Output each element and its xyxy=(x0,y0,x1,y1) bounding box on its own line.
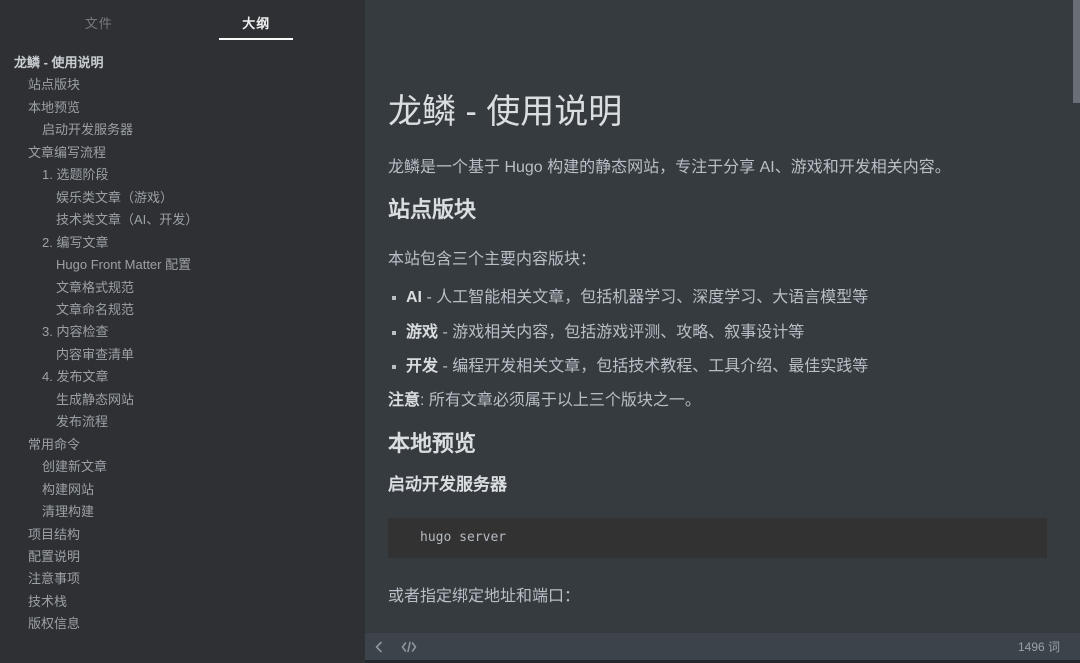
tab-outline-label: 大纲 xyxy=(242,15,271,31)
heading-local-preview[interactable]: 本地预览 xyxy=(388,429,1047,459)
outline-item-label: Hugo Front Matter 配置 xyxy=(56,257,192,273)
outline-item[interactable]: 注意事项 xyxy=(0,568,365,590)
outline-item[interactable]: 技术类文章（AI、开发） xyxy=(0,209,365,231)
status-bar-left xyxy=(373,641,417,653)
outline-item[interactable]: 清理构建 xyxy=(0,501,365,523)
outline-item-label: 项目结构 xyxy=(28,526,81,542)
word-count[interactable]: 1496 词 xyxy=(1018,638,1060,655)
outline-item-label: 4. 发布文章 xyxy=(42,369,109,385)
list-item[interactable]: AI - 人工智能相关文章，包括机器学习、深度学习、大语言模型等 xyxy=(392,287,1047,309)
outline-item[interactable]: 本地预览 xyxy=(0,97,365,119)
outline-item[interactable]: 文章命名规范 xyxy=(0,299,365,321)
outline-item-label: 技术栈 xyxy=(28,593,68,609)
outline-item-label: 创建新文章 xyxy=(42,459,108,475)
list-item-term: 游戏 xyxy=(406,323,439,341)
tab-files-label: 文件 xyxy=(84,15,113,31)
code-block[interactable]: hugo server xyxy=(388,518,1047,559)
note-rest: : 所有文章必须属于以上三个版块之一。 xyxy=(420,392,701,410)
outline-item[interactable]: 3. 内容检查 xyxy=(0,321,365,343)
outline-item-label: 启动开发服务器 xyxy=(42,122,134,138)
note-paragraph[interactable]: 注意: 所有文章必须属于以上三个版块之一。 xyxy=(388,390,1047,412)
source-code-mode-icon[interactable] xyxy=(401,641,417,653)
outline-item[interactable]: 启动开发服务器 xyxy=(0,119,365,141)
outline-item-label: 站点版块 xyxy=(28,77,81,93)
status-bar: 1496 词 xyxy=(365,633,1080,660)
outline-item-label: 文章命名规范 xyxy=(56,301,135,317)
outline-item-label: 文章格式规范 xyxy=(56,279,135,295)
outline-item-label: 龙鳞 - 使用说明 xyxy=(14,55,104,70)
outline-item[interactable]: 文章格式规范 xyxy=(0,277,365,299)
outline-panel: 龙鳞 - 使用说明 站点版块 本地预览 启动开发服务器 文章编写流程 1. 选题… xyxy=(0,44,365,663)
scrollbar-thumb[interactable] xyxy=(1073,0,1080,103)
outline-item[interactable]: 龙鳞 - 使用说明 xyxy=(0,52,365,74)
code-text: hugo server xyxy=(420,530,507,546)
list-item-desc: - 编程开发相关文章，包括技术教程、工具介绍、最佳实践等 xyxy=(438,358,869,376)
outline-item[interactable]: 创建新文章 xyxy=(0,456,365,478)
outline-item-label: 2. 编写文章 xyxy=(42,234,109,250)
list-item-desc: - 人工智能相关文章，包括机器学习、深度学习、大语言模型等 xyxy=(422,289,869,307)
outline-item-label: 本地预览 xyxy=(28,99,81,115)
outline-item[interactable]: 娱乐类文章（游戏） xyxy=(0,187,365,209)
heading-dev-server[interactable]: 启动开发服务器 xyxy=(388,473,1047,497)
outline-item-label: 生成静态网站 xyxy=(56,391,135,407)
outline-item[interactable]: Hugo Front Matter 配置 xyxy=(0,254,365,276)
site-sections-lead[interactable]: 本站包含三个主要内容版块： xyxy=(388,249,1047,271)
heading-site-sections[interactable]: 站点版块 xyxy=(388,195,1047,225)
outline-item[interactable]: 1. 选题阶段 xyxy=(0,164,365,186)
outline-item-label: 清理构建 xyxy=(42,504,95,520)
after-code-paragraph[interactable]: 或者指定绑定地址和端口： xyxy=(388,586,1047,608)
editor-pane: 龙鳞 - 使用说明 龙鳞是一个基于 Hugo 构建的静态网站，专注于分享 AI、… xyxy=(365,0,1080,663)
outline-item[interactable]: 常用命令 xyxy=(0,434,365,456)
outline-item[interactable]: 2. 编写文章 xyxy=(0,232,365,254)
outline-item[interactable]: 4. 发布文章 xyxy=(0,366,365,388)
list-item-desc: - 游戏相关内容，包括游戏评测、攻略、叙事设计等 xyxy=(438,323,805,341)
chevron-left-icon[interactable] xyxy=(373,641,385,653)
tab-outline[interactable]: 大纲 xyxy=(178,0,336,44)
outline-item-label: 娱乐类文章（游戏） xyxy=(56,189,174,205)
doc-title[interactable]: 龙鳞 - 使用说明 xyxy=(388,92,1047,133)
site-sections-list: AI - 人工智能相关文章，包括机器学习、深度学习、大语言模型等 游戏 - 游戏相… xyxy=(388,287,1047,378)
outline-item-label: 发布流程 xyxy=(56,414,109,430)
sidebar: 文件 大纲 龙鳞 - 使用说明 站点版块 本地预览 启动开发服务器 文章编写流程 xyxy=(0,0,365,663)
outline-item[interactable]: 内容审查清单 xyxy=(0,344,365,366)
outline-item[interactable]: 技术栈 xyxy=(0,591,365,613)
outline-item-label: 文章编写流程 xyxy=(28,144,107,160)
outline-item-label: 注意事项 xyxy=(28,571,81,587)
outline-item-label: 配置说明 xyxy=(28,548,81,564)
outline-item[interactable]: 站点版块 xyxy=(0,74,365,96)
list-item[interactable]: 游戏 - 游戏相关内容，包括游戏评测、攻略、叙事设计等 xyxy=(392,322,1047,344)
outline-item[interactable]: 发布流程 xyxy=(0,411,365,433)
outline-item[interactable]: 版权信息 xyxy=(0,613,365,635)
outline-item-label: 内容审查清单 xyxy=(56,346,135,362)
outline-item-label: 常用命令 xyxy=(28,436,81,452)
sidebar-tabs: 文件 大纲 xyxy=(0,0,365,44)
outline-item-label: 1. 选题阶段 xyxy=(42,167,109,183)
outline-item-label: 版权信息 xyxy=(28,616,81,632)
document-body[interactable]: 龙鳞 - 使用说明 龙鳞是一个基于 Hugo 构建的静态网站，专注于分享 AI、… xyxy=(388,0,1047,609)
list-item-term: 开发 xyxy=(406,358,439,376)
outline-item-label: 技术类文章（AI、开发） xyxy=(56,212,199,228)
active-tab-underline xyxy=(219,38,294,40)
tab-files[interactable]: 文件 xyxy=(20,0,178,44)
outline-item[interactable]: 生成静态网站 xyxy=(0,389,365,411)
outline-item[interactable]: 项目结构 xyxy=(0,524,365,546)
list-item[interactable]: 开发 - 编程开发相关文章，包括技术教程、工具介绍、最佳实践等 xyxy=(392,356,1047,378)
intro-paragraph[interactable]: 龙鳞是一个基于 Hugo 构建的静态网站，专注于分享 AI、游戏和开发相关内容。 xyxy=(388,157,1047,179)
outline-item-label: 3. 内容检查 xyxy=(42,324,109,340)
outline-item[interactable]: 文章编写流程 xyxy=(0,142,365,164)
note-term: 注意 xyxy=(388,392,421,410)
outline-item[interactable]: 构建网站 xyxy=(0,479,365,501)
list-item-term: AI xyxy=(406,289,422,307)
typora-window: 文件 大纲 龙鳞 - 使用说明 站点版块 本地预览 启动开发服务器 文章编写流程 xyxy=(0,0,1080,663)
outline-item-label: 构建网站 xyxy=(42,481,95,497)
outline-item[interactable]: 配置说明 xyxy=(0,546,365,568)
